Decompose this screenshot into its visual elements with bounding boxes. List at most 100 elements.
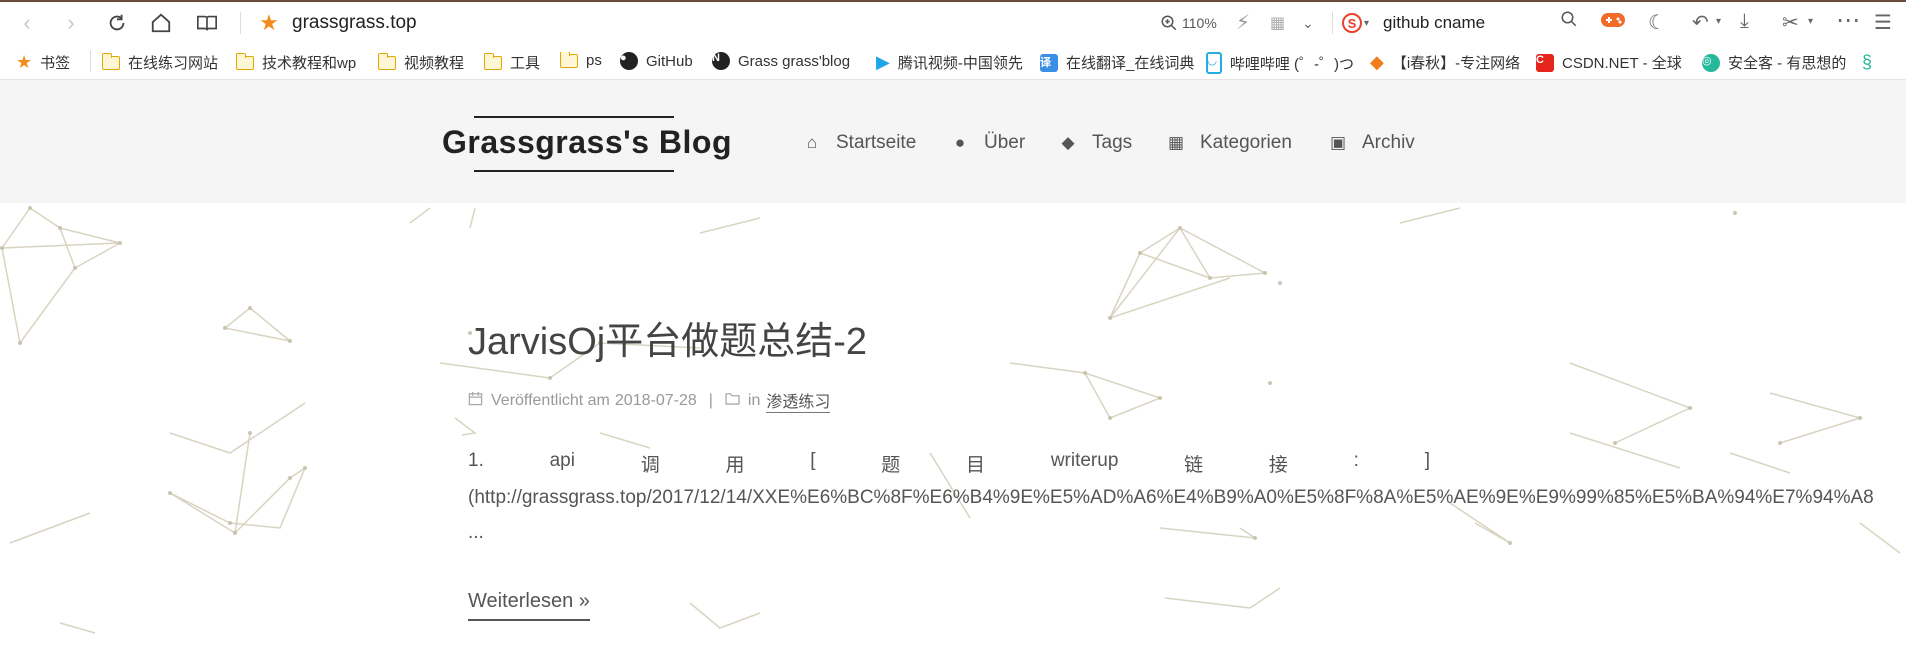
bookmark-item[interactable]: ● GitHub — [620, 52, 693, 70]
logo-line — [474, 170, 674, 172]
more-icon[interactable]: ⋯ — [1836, 6, 1860, 35]
github-icon: ● — [620, 52, 638, 70]
forward-button[interactable]: › — [56, 8, 86, 38]
bookmark-separator — [90, 50, 91, 72]
menu-icon[interactable]: ☰ — [1874, 10, 1892, 35]
menu-item-categories[interactable]: ▦ Kategorien — [1166, 132, 1292, 154]
folder-icon — [102, 52, 120, 70]
home-button[interactable] — [146, 8, 176, 38]
bookmark-item[interactable]: C CSDN.NET - 全球 — [1536, 52, 1686, 73]
bookmark-item[interactable]: ▶ 腾讯视频-中国领先 — [876, 52, 1052, 73]
post-excerpt-line: 1. api 调 用 [题 目 writerup 链 接:] — [468, 450, 1430, 477]
post-meta: Veröffentlicht am 2018-07-28 | in 渗透练习 — [468, 388, 831, 413]
calendar-icon — [468, 391, 483, 411]
menu-item-archive[interactable]: ▣ Archiv — [1328, 132, 1415, 154]
reader-button[interactable] — [192, 8, 222, 38]
folder-icon — [484, 52, 502, 70]
background-network-decoration — [0, 206, 1901, 634]
folder-icon — [378, 52, 396, 70]
category-link[interactable]: 渗透练习 — [766, 388, 831, 413]
more-bookmarks-icon[interactable]: § — [1862, 52, 1872, 73]
tags-icon: ◆ — [1061, 133, 1075, 152]
zoom-level: 110% — [1182, 15, 1217, 31]
address-bar[interactable]: grassgrass.top — [292, 12, 417, 34]
post-date: 2018-07-28 — [614, 391, 697, 409]
main-content — [0, 203, 1906, 651]
bookmark-item[interactable]: ◡ 哔哩哔哩 (゜-゜)つ — [1206, 52, 1354, 74]
toolbar-separator — [240, 12, 241, 34]
bookmark-item[interactable]: ◎ 安全客 - 有思想的 — [1702, 52, 1874, 73]
n-logo-icon: N — [712, 52, 730, 70]
search-input[interactable]: github cname — [1383, 13, 1485, 33]
excerpt-token: 接 — [1268, 455, 1288, 476]
post-excerpt-ellipsis: ... — [468, 522, 484, 543]
undo-dropdown-icon[interactable]: ▾ — [1716, 16, 1721, 27]
meta-separator: | — [708, 391, 713, 409]
folder-icon — [236, 52, 254, 70]
menu-item-tags[interactable]: ◆ Tags — [1058, 132, 1132, 154]
bookmark-folder[interactable]: 技术教程和wp — [236, 52, 356, 73]
qr-icon[interactable]: ▦ — [1270, 13, 1285, 33]
tv-icon: ◡ — [1206, 52, 1222, 74]
night-mode-icon[interactable]: ☾ — [1648, 10, 1666, 35]
folder-icon — [725, 392, 740, 410]
search-icon[interactable] — [1560, 10, 1578, 34]
published-label: Veröffentlicht am — [491, 391, 610, 409]
engine-dropdown-icon[interactable]: ▾ — [1364, 18, 1369, 29]
bookmark-folder[interactable]: ps — [560, 52, 602, 69]
anquanke-icon: ◎ — [1702, 53, 1720, 72]
translate-icon: 译 — [1040, 53, 1058, 72]
chevron-down-icon[interactable]: ⌄ — [1302, 15, 1314, 32]
browser-toolbar: ‹ › ★ grassgrass.top 110% ⚡ ▦ ⌄ S ▾ gith… — [0, 0, 1906, 42]
site-title[interactable]: Grassgrass's Blog — [442, 124, 732, 161]
excerpt-token: 题 — [881, 455, 901, 476]
reload-icon — [109, 14, 125, 31]
post-title[interactable]: JarvisOj平台做题总结-2 — [468, 310, 867, 365]
excerpt-token: 链 — [1184, 455, 1204, 476]
ichunqiu-icon: ◆ — [1370, 52, 1384, 72]
user-icon: ● — [954, 133, 966, 152]
lightning-icon[interactable]: ⚡ — [1236, 10, 1250, 35]
bookmark-folder[interactable]: 在线练习网站 — [102, 52, 218, 73]
back-button[interactable]: ‹ — [12, 8, 42, 38]
bookmark-item[interactable]: ★ 书签 — [16, 52, 70, 73]
play-icon: ▶ — [876, 52, 890, 72]
excerpt-token: ] — [1424, 450, 1430, 471]
excerpt-token: 调 — [640, 455, 660, 476]
grid-icon: ▦ — [1167, 133, 1185, 152]
bookmark-item[interactable]: N Grass grass'blog — [712, 52, 850, 70]
search-box[interactable]: S ▾ github cname — [1342, 10, 1582, 36]
home-icon: ⌂ — [806, 133, 818, 152]
zoom-indicator[interactable]: 110% — [1160, 14, 1217, 32]
bookmark-item[interactable]: ◆ 【i春秋】-专注网络 — [1370, 52, 1524, 73]
scissors-icon[interactable]: ✂ — [1782, 10, 1799, 35]
excerpt-token: [ — [810, 450, 816, 471]
bookmark-item[interactable]: 译在线翻译_在线词典 — [1040, 52, 1218, 73]
gamepad-icon[interactable] — [1600, 10, 1626, 36]
bookmarks-bar: ★ 书签 在线练习网站 技术教程和wp 视频教程 工具 ps ● GitHub NG… — [0, 42, 1906, 80]
undo-icon[interactable]: ↶ — [1692, 10, 1709, 35]
bookmark-star-icon[interactable]: ★ — [254, 8, 284, 38]
book-icon — [197, 15, 217, 31]
csdn-icon: C — [1536, 53, 1554, 72]
excerpt-token: : — [1353, 450, 1359, 471]
bookmark-folder[interactable]: 视频教程 — [378, 52, 464, 73]
menu-item-home[interactable]: ⌂ Startseite — [802, 132, 916, 154]
reload-button[interactable] — [102, 8, 132, 38]
in-label: in — [747, 391, 761, 409]
read-more-link[interactable]: Weiterlesen » — [468, 590, 590, 621]
excerpt-token: api — [549, 450, 575, 471]
archive-icon: ▣ — [1329, 133, 1347, 152]
post-excerpt-url: (http://grassgrass.top/2017/12/14/XXE%E6… — [468, 487, 1874, 508]
bookmark-folder[interactable]: 工具 — [484, 52, 540, 73]
star-icon: ★ — [16, 52, 33, 72]
zoom-icon — [1161, 15, 1177, 31]
excerpt-token: writerup — [1050, 450, 1119, 471]
download-icon[interactable]: ⤓ — [1740, 10, 1749, 33]
excerpt-token: 用 — [725, 455, 745, 476]
menu-item-about[interactable]: ● Über — [950, 132, 1025, 154]
excerpt-token: 目 — [966, 455, 986, 476]
home-icon — [151, 13, 171, 33]
scissors-dropdown-icon[interactable]: ▾ — [1808, 16, 1813, 27]
search-engine-icon[interactable]: S — [1342, 13, 1362, 33]
